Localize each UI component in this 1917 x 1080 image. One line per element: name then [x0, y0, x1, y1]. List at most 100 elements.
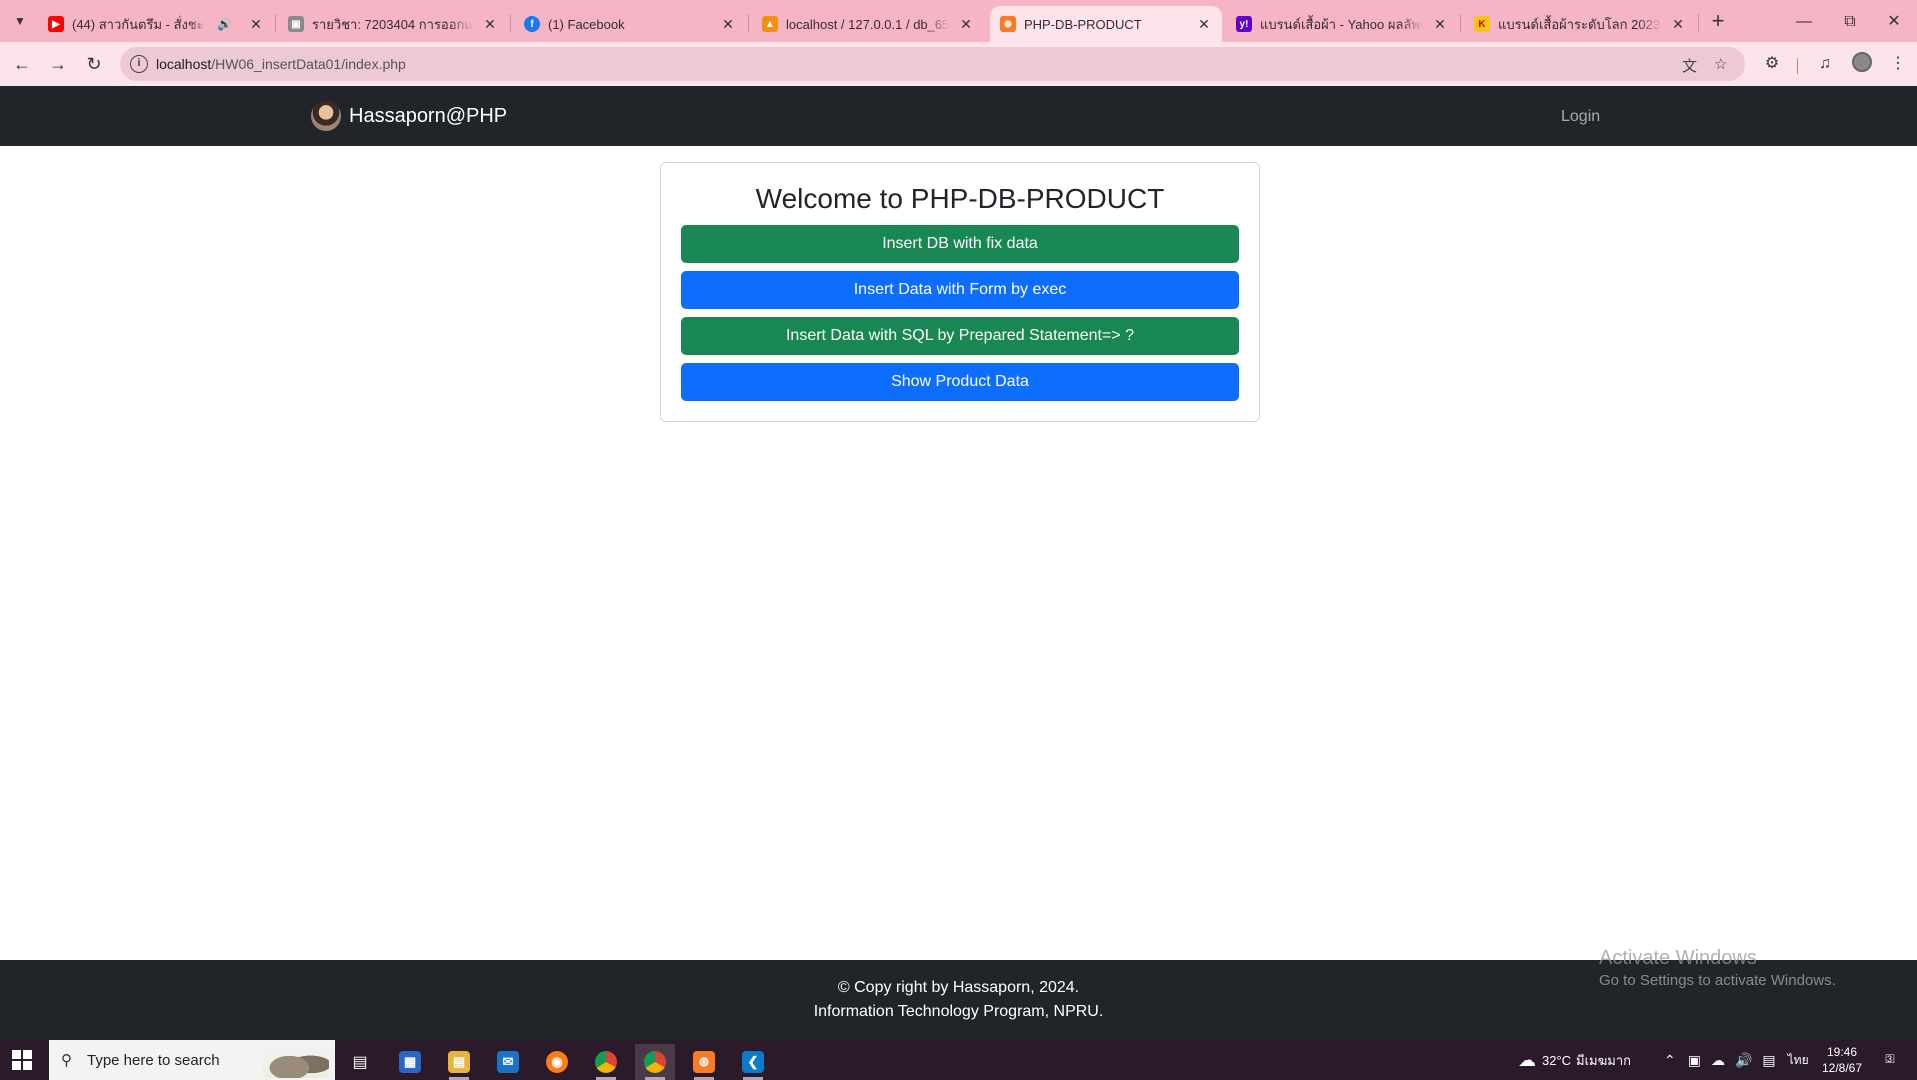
tab-yahoo[interactable]: y! แบรนด์เสื้อผ้า - Yahoo ผลลัพธ์การค้ ✕ — [1226, 6, 1458, 42]
footer-program: Information Technology Program, NPRU. — [813, 1003, 1104, 1020]
restore-button[interactable]: ⧉ — [1827, 8, 1873, 36]
speaker-icon[interactable]: 🔊 — [217, 17, 232, 31]
firefox-app[interactable]: ◉ — [537, 1044, 577, 1080]
menu-icon[interactable]: ⋮ — [1886, 52, 1910, 76]
meet-now-icon[interactable]: ▣ — [1688, 1052, 1701, 1069]
cloud-icon: ☁ — [1518, 1049, 1536, 1070]
weather-temp: 32°C — [1542, 1052, 1572, 1068]
site-navbar: Hassaporn@PHP Login — [0, 86, 1917, 146]
xampp-app[interactable]: ⊛ — [684, 1044, 724, 1080]
chrome-app[interactable] — [586, 1044, 626, 1080]
activate-windows-title: Activate Windows — [1599, 947, 1757, 969]
tab-title: แบรนด์เสื้อผ้า - Yahoo ผลลัพธ์การค้ — [1260, 16, 1424, 32]
back-button[interactable]: ← — [8, 50, 36, 78]
tab-youtube[interactable]: ▶ (44) สาวกันตรึม - สั่งชะ สุรินทร์ 🔊 ✕ — [38, 6, 274, 42]
chrome-profile-app[interactable] — [635, 1044, 675, 1080]
tab-title: แบรนด์เสื้อผ้าระดับโลก 2023 ส่อง 15 — [1498, 16, 1662, 32]
tray-icons: ⌃ ▣ ☁ 🔊 ▤ ไทย — [1664, 1040, 1809, 1080]
window-close-button[interactable]: ✕ — [1871, 8, 1917, 36]
taskbar-clock[interactable]: 19:46 12/8/67 — [1812, 1044, 1872, 1076]
tab-facebook[interactable]: f (1) Facebook ✕ — [514, 6, 746, 42]
store-app[interactable]: ▦ — [390, 1044, 430, 1080]
insert-form-exec-button[interactable]: Insert Data with Form by exec — [681, 271, 1239, 309]
translate-icon[interactable]: 文 — [1682, 55, 1697, 76]
extensions-icon[interactable]: ⚙ — [1760, 52, 1784, 76]
forward-button[interactable]: → — [44, 50, 72, 78]
mail-icon: ✉ — [497, 1051, 519, 1073]
brand-name: Hassaporn@PHP — [349, 104, 508, 127]
tab-separator — [510, 14, 511, 32]
clock-date: 12/8/67 — [1821, 1061, 1863, 1075]
tab-php-db-product[interactable]: ⊛ PHP-DB-PRODUCT ✕ — [990, 6, 1222, 42]
search-highlight-image — [263, 1044, 329, 1078]
tab-brands[interactable]: K แบรนด์เสื้อผ้าระดับโลก 2023 ส่อง 15 ✕ — [1464, 6, 1696, 42]
tab-phpmyadmin[interactable]: ▲ localhost / 127.0.0.1 / db_6542 ✕ — [752, 6, 984, 42]
browser-toolbar: ← → ↻ i localhost/HW06_insertData01/inde… — [0, 42, 1917, 86]
browser-tabstrip: ▼ ▶ (44) สาวกันตรึม - สั่งชะ สุรินทร์ 🔊 … — [0, 0, 1917, 42]
new-tab-button[interactable]: + — [1704, 8, 1732, 36]
store-icon: ▦ — [399, 1051, 421, 1073]
site-info-icon[interactable]: i — [130, 55, 148, 73]
login-link[interactable]: Login — [1561, 108, 1600, 126]
url-host: localhost — [156, 56, 212, 72]
phpmyadmin-icon: ▲ — [762, 16, 778, 32]
firefox-icon: ◉ — [546, 1051, 568, 1073]
xampp-icon: ⊛ — [1000, 16, 1016, 32]
close-icon[interactable]: ✕ — [1432, 16, 1448, 33]
weather-widget[interactable]: ☁ 32°C มีเมฆมาก — [1518, 1040, 1631, 1080]
profile-avatar[interactable] — [1852, 52, 1872, 72]
notifications-button[interactable]: □ 3 — [1880, 1050, 1900, 1070]
file-explorer-app[interactable]: ▤ — [439, 1044, 479, 1080]
close-icon[interactable]: ✕ — [958, 16, 974, 33]
brand-link[interactable]: Hassaporn@PHP — [311, 101, 507, 131]
language-indicator[interactable]: ไทย — [1788, 1051, 1809, 1070]
bookmark-star-icon[interactable]: ☆ — [1714, 55, 1727, 73]
tab-title: (44) สาวกันตรึม - สั่งชะ สุรินทร์ — [72, 16, 209, 32]
reload-button[interactable]: ↻ — [80, 50, 108, 78]
cloud-sync-icon[interactable]: ☁ — [1711, 1052, 1725, 1069]
close-icon[interactable]: ✕ — [1670, 16, 1686, 33]
vscode-app[interactable]: ❮ — [733, 1044, 773, 1080]
tab-separator — [748, 14, 749, 32]
notification-count: 3 — [1887, 1054, 1893, 1064]
close-icon[interactable]: ✕ — [720, 16, 736, 33]
chevron-down-icon: ▼ — [14, 14, 26, 28]
network-icon[interactable]: ▤ — [1762, 1052, 1775, 1069]
minimize-button[interactable]: — — [1781, 8, 1827, 36]
start-button[interactable] — [12, 1050, 32, 1070]
insert-prepared-statement-button[interactable]: Insert Data with SQL by Prepared Stateme… — [681, 317, 1239, 355]
task-view-button[interactable]: ▤ — [340, 1044, 380, 1080]
url-path: /HW06_insertData01/index.php — [211, 56, 406, 72]
tab-search-button[interactable]: ▼ — [8, 9, 32, 33]
tab-course[interactable]: ▣ รายวิชา: 7203404 การออกแบบและ ✕ — [278, 6, 508, 42]
weather-desc: มีเมฆมาก — [1576, 1052, 1632, 1068]
search-icon: ⚲ — [61, 1052, 72, 1069]
mail-app[interactable]: ✉ — [488, 1044, 528, 1080]
close-icon[interactable]: ✕ — [482, 16, 498, 33]
yahoo-icon: y! — [1236, 16, 1252, 32]
welcome-card: Welcome to PHP-DB-PRODUCT Insert DB with… — [660, 162, 1260, 422]
tab-title: localhost / 127.0.0.1 / db_6542 — [786, 16, 950, 32]
url-text[interactable]: localhost/HW06_insertData01/index.php — [156, 56, 406, 72]
toolbar-separator — [1797, 58, 1798, 74]
page-title: Welcome to PHP-DB-PRODUCT — [755, 183, 1165, 214]
clock-time: 19:46 — [1826, 1045, 1858, 1059]
media-control-icon[interactable]: ♫ — [1813, 52, 1837, 76]
volume-icon[interactable]: 🔊 — [1735, 1052, 1752, 1069]
close-icon[interactable]: ✕ — [1196, 16, 1212, 33]
activate-windows-subtitle: Go to Settings to activate Windows. — [1599, 972, 1836, 989]
folder-icon: ▤ — [448, 1051, 470, 1073]
taskbar-search[interactable]: ⚲ Type here to search — [49, 1040, 335, 1080]
address-bar[interactable]: i localhost/HW06_insertData01/index.php … — [120, 47, 1745, 81]
windows-taskbar: ⚲ Type here to search ▤ ▦ ▤ ✉ ◉ ⊛ ❮ ☁ 32… — [0, 1040, 1917, 1080]
arrow-right-icon: → — [49, 54, 67, 74]
show-product-data-button[interactable]: Show Product Data — [681, 363, 1239, 401]
search-placeholder: Type here to search — [87, 1052, 220, 1069]
youtube-icon: ▶ — [48, 16, 64, 32]
facebook-icon: f — [524, 16, 540, 32]
chevron-up-icon[interactable]: ⌃ — [1664, 1052, 1676, 1069]
insert-fix-data-button[interactable]: Insert DB with fix data — [681, 225, 1239, 263]
close-icon[interactable]: ✕ — [248, 16, 264, 33]
k-icon: K — [1474, 16, 1490, 32]
tab-title: (1) Facebook — [548, 16, 625, 32]
